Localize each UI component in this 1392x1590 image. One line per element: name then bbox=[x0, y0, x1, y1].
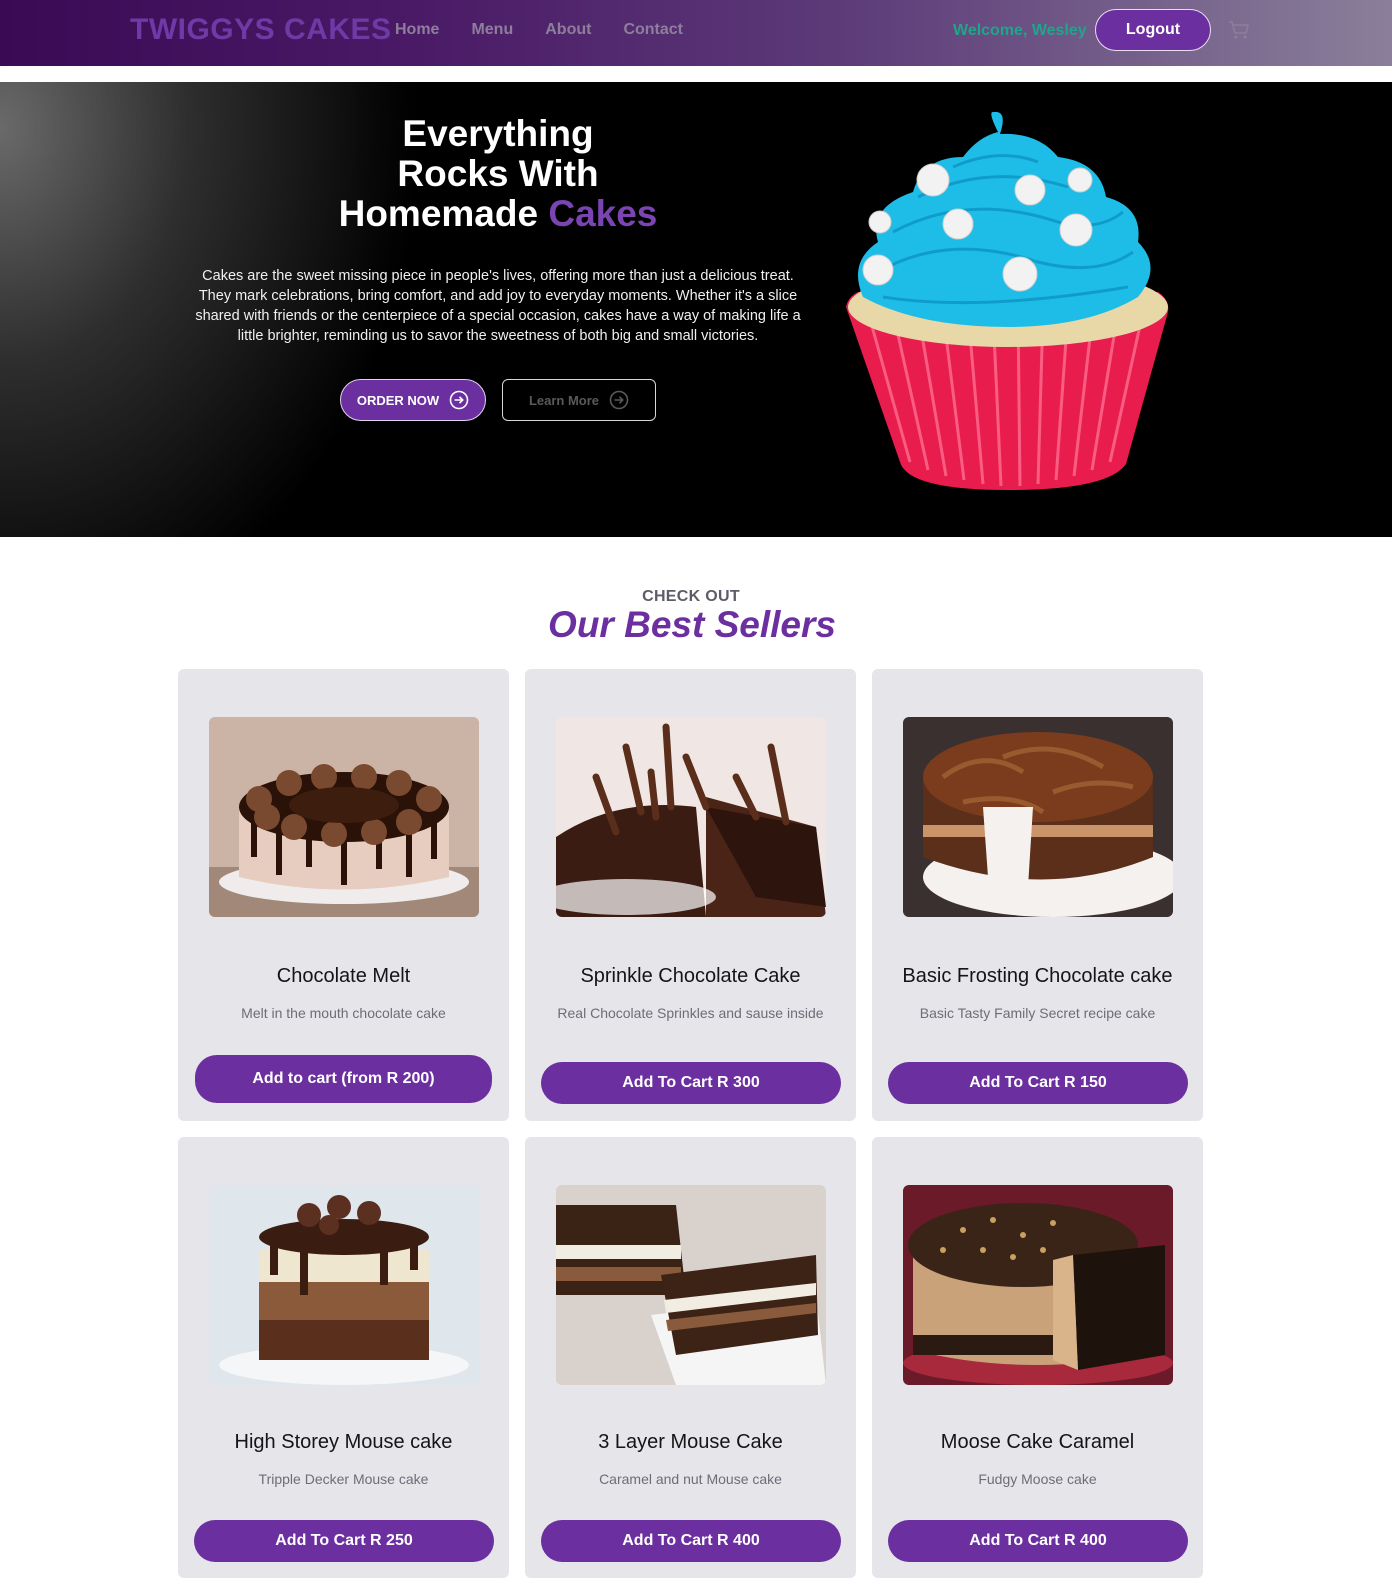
learn-more-label: Learn More bbox=[528, 392, 600, 408]
nav-link-menu[interactable]: Menu bbox=[471, 21, 513, 39]
add-to-cart-button[interactable]: Add to cart (from R 200) bbox=[195, 1055, 492, 1103]
hero-buttons: ORDER NOW Learn More bbox=[340, 379, 656, 421]
hero-title-line3: Homemade Cakes bbox=[185, 194, 811, 234]
add-to-cart-button[interactable]: Add To Cart R 250 bbox=[194, 1520, 494, 1562]
hero-section: Everything Rocks With Homemade Cakes Cak… bbox=[0, 82, 1392, 537]
hero-title: Everything Rocks With Homemade Cakes bbox=[185, 114, 811, 234]
order-now-button[interactable]: ORDER NOW bbox=[340, 379, 486, 421]
navbar: TWIGGYS CAKES Home Menu About Contact We… bbox=[0, 0, 1392, 66]
product-description: Caramel and nut Mouse cake bbox=[599, 1471, 782, 1487]
section-title: Our Best Sellers bbox=[548, 604, 836, 645]
product-description: Real Chocolate Sprinkles and sause insid… bbox=[557, 1005, 824, 1021]
product-description: Fudgy Moose cake bbox=[978, 1471, 1097, 1487]
hero-description: Cakes are the sweet missing piece in peo… bbox=[195, 268, 801, 344]
logout-button[interactable]: Logout bbox=[1095, 9, 1211, 51]
product-description: Melt in the mouth chocolate cake bbox=[241, 1005, 446, 1021]
order-now-label: ORDER NOW bbox=[356, 392, 440, 408]
product-card: Moose Cake Caramel Fudgy Moose cake Add … bbox=[872, 1137, 1203, 1578]
product-card: High Storey Mouse cake Tripple Decker Mo… bbox=[178, 1137, 509, 1578]
product-name: Chocolate Melt bbox=[276, 965, 411, 987]
hero-content: Everything Rocks With Homemade Cakes Cak… bbox=[185, 114, 811, 346]
nav-links: Home Menu About Contact bbox=[395, 21, 715, 39]
welcome-text: Welcome, Wesley bbox=[953, 22, 1087, 39]
cart-icon[interactable] bbox=[1228, 20, 1250, 40]
add-to-cart-button[interactable]: Add To Cart R 150 bbox=[888, 1062, 1188, 1104]
hero-title-accent: Cakes bbox=[548, 193, 658, 234]
product-card: Chocolate Melt Melt in the mouth chocola… bbox=[178, 669, 509, 1121]
product-name: 3 Layer Mouse Cake bbox=[598, 1431, 783, 1453]
nav-link-contact[interactable]: Contact bbox=[623, 21, 683, 39]
product-image bbox=[209, 1185, 479, 1385]
nav-link-home[interactable]: Home bbox=[395, 21, 439, 39]
add-to-cart-button[interactable]: Add To Cart R 400 bbox=[541, 1520, 841, 1562]
hero-title-line2: Rocks With bbox=[397, 153, 599, 194]
product-name: Basic Frosting Chocolate cake bbox=[902, 965, 1173, 987]
add-to-cart-button[interactable]: Add To Cart R 400 bbox=[888, 1520, 1188, 1562]
cupcake-image bbox=[846, 112, 1169, 490]
product-name: High Storey Mouse cake bbox=[234, 1431, 453, 1453]
product-image bbox=[903, 717, 1173, 917]
nav-link-about[interactable]: About bbox=[545, 21, 591, 39]
product-card: 3 Layer Mouse Cake Caramel and nut Mouse… bbox=[525, 1137, 856, 1578]
hero-title-line1: Everything bbox=[402, 113, 594, 154]
learn-more-button[interactable]: Learn More bbox=[502, 379, 656, 421]
product-name: Sprinkle Chocolate Cake bbox=[580, 965, 801, 987]
add-to-cart-button[interactable]: Add To Cart R 300 bbox=[541, 1062, 841, 1104]
product-card: Sprinkle Chocolate Cake Real Chocolate S… bbox=[525, 669, 856, 1121]
product-description: Basic Tasty Family Secret recipe cake bbox=[919, 1005, 1156, 1021]
hero-title-prefix: Homemade bbox=[338, 193, 549, 234]
product-description: Tripple Decker Mouse cake bbox=[258, 1471, 429, 1487]
arrow-circle-icon bbox=[609, 390, 629, 410]
product-image bbox=[556, 1185, 826, 1385]
product-image bbox=[903, 1185, 1173, 1385]
arrow-circle-icon bbox=[449, 390, 469, 410]
product-name: Moose Cake Caramel bbox=[940, 1431, 1135, 1453]
brand-logo[interactable]: TWIGGYS CAKES bbox=[130, 13, 392, 47]
product-card: Basic Frosting Chocolate cake Basic Tast… bbox=[872, 669, 1203, 1121]
product-image bbox=[556, 717, 826, 917]
product-image bbox=[209, 717, 479, 917]
